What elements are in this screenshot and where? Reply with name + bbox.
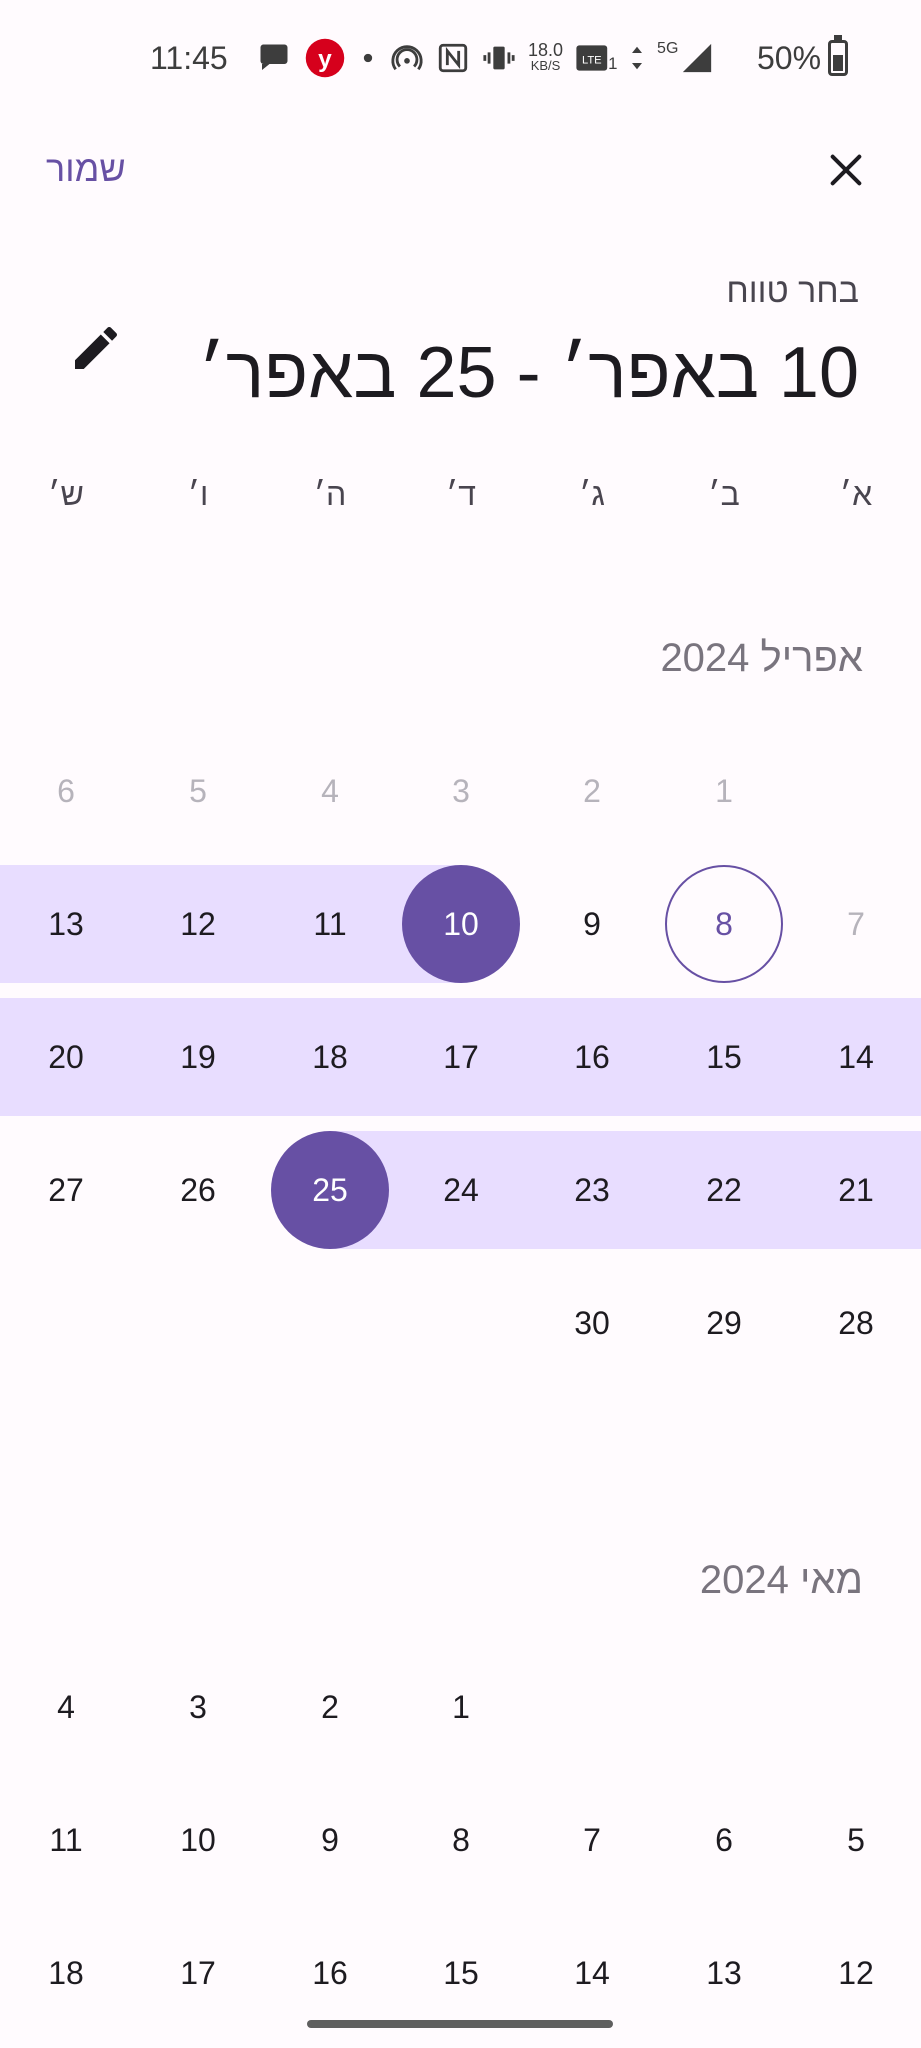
month-title: אפריל 2024 — [660, 636, 863, 680]
battery-icon — [828, 35, 848, 76]
day-cell[interactable]: 22 — [665, 1131, 783, 1249]
status-bar: 11:45 y 18.0 KB/S LTE 1 5G 50% — [0, 0, 921, 120]
day-cell[interactable]: 6 — [665, 1781, 783, 1899]
day-cell[interactable]: 2 — [271, 1648, 389, 1766]
weekday-label: ג׳ — [579, 476, 605, 512]
day-cell[interactable]: 13 — [665, 1914, 783, 2032]
day-cell[interactable]: 14 — [533, 1914, 651, 2032]
weekday-label: ד׳ — [445, 476, 477, 512]
month-title: מאי 2024 — [699, 1558, 863, 1602]
day-cell[interactable]: 1 — [665, 732, 783, 850]
svg-text:y: y — [318, 46, 332, 73]
day-cell[interactable]: 1 — [402, 1648, 520, 1766]
day-cell[interactable]: 15 — [402, 1914, 520, 2032]
weekday-label: ה׳ — [313, 476, 347, 512]
day-cell[interactable]: 23 — [533, 1131, 651, 1249]
svg-text:LTE: LTE — [582, 55, 602, 67]
day-cell[interactable]: 27 — [7, 1131, 125, 1249]
range-start-day[interactable]: 10 — [402, 865, 520, 983]
home-indicator[interactable] — [307, 2020, 613, 2028]
save-button[interactable]: שמור — [46, 148, 126, 190]
day-cell[interactable]: 30 — [533, 1264, 651, 1382]
data-speed: 18.0 KB/S — [528, 40, 564, 73]
edit-button[interactable] — [68, 320, 124, 376]
svg-text:1: 1 — [608, 54, 617, 73]
volte-icon: LTE 1 — [576, 45, 617, 73]
day-cell[interactable]: 19 — [139, 998, 257, 1116]
today-day[interactable]: 8 — [665, 865, 783, 983]
day-cell[interactable]: 3 — [402, 732, 520, 850]
battery-percent: 50% — [757, 40, 822, 76]
day-cell[interactable]: 3 — [139, 1648, 257, 1766]
network-type: 5G — [657, 40, 679, 57]
day-cell[interactable]: 5 — [797, 1781, 915, 1899]
vibrate-icon — [483, 46, 515, 70]
day-cell[interactable]: 29 — [665, 1264, 783, 1382]
day-cell[interactable]: 16 — [271, 1914, 389, 2032]
signal-icon — [683, 43, 712, 73]
day-cell[interactable]: 7 — [797, 865, 915, 983]
close-button[interactable] — [816, 140, 876, 200]
close-icon — [830, 154, 862, 186]
day-cell[interactable]: 18 — [271, 998, 389, 1116]
pencil-icon — [75, 326, 118, 369]
hotspot-icon — [391, 45, 423, 71]
day-cell[interactable]: 12 — [139, 865, 257, 983]
weekday-label: ש׳ — [48, 476, 84, 512]
day-cell[interactable]: 11 — [7, 1781, 125, 1899]
data-arrows-icon — [632, 46, 643, 70]
weekday-label: א׳ — [839, 476, 873, 512]
day-cell[interactable]: 9 — [533, 865, 651, 983]
day-cell[interactable]: 14 — [797, 998, 915, 1116]
day-cell[interactable]: 24 — [402, 1131, 520, 1249]
day-cell[interactable]: 18 — [7, 1914, 125, 2032]
day-cell[interactable]: 17 — [402, 998, 520, 1116]
day-cell[interactable]: 12 — [797, 1914, 915, 2032]
day-cell[interactable]: 17 — [139, 1914, 257, 2032]
day-cell[interactable]: 21 — [797, 1131, 915, 1249]
day-cell[interactable]: 20 — [7, 998, 125, 1116]
day-cell[interactable]: 15 — [665, 998, 783, 1116]
day-cell[interactable]: 11 — [271, 865, 389, 983]
day-cell[interactable]: 6 — [7, 732, 125, 850]
ynet-app-icon: y — [305, 38, 345, 78]
status-time: 11:45 — [150, 40, 228, 76]
day-cell[interactable]: 9 — [271, 1781, 389, 1899]
day-cell[interactable]: 7 — [533, 1781, 651, 1899]
range-picker-title: בחר טווח — [726, 272, 859, 310]
day-cell[interactable]: 5 — [139, 732, 257, 850]
day-cell[interactable]: 2 — [533, 732, 651, 850]
weekday-header: א׳ ב׳ ג׳ ד׳ ה׳ ו׳ ש׳ — [0, 476, 921, 526]
day-cell[interactable]: 8 — [402, 1781, 520, 1899]
day-cell[interactable]: 13 — [7, 865, 125, 983]
weekday-label: ו׳ — [187, 476, 209, 512]
day-cell[interactable]: 26 — [139, 1131, 257, 1249]
nfc-icon — [438, 43, 468, 73]
day-cell[interactable]: 16 — [533, 998, 651, 1116]
day-cell[interactable]: 4 — [7, 1648, 125, 1766]
weekday-label: ב׳ — [708, 476, 740, 512]
day-cell[interactable]: 10 — [139, 1781, 257, 1899]
selected-range: 10 באפר׳ - 25 באפר׳ — [198, 333, 859, 413]
day-cell[interactable]: 28 — [797, 1264, 915, 1382]
range-end-day[interactable]: 25 — [271, 1131, 389, 1249]
chat-bubble-icon — [260, 44, 288, 70]
day-cell[interactable]: 4 — [271, 732, 389, 850]
dot-icon — [363, 53, 373, 63]
status-icons: y 18.0 KB/S LTE 1 5G — [256, 36, 714, 80]
